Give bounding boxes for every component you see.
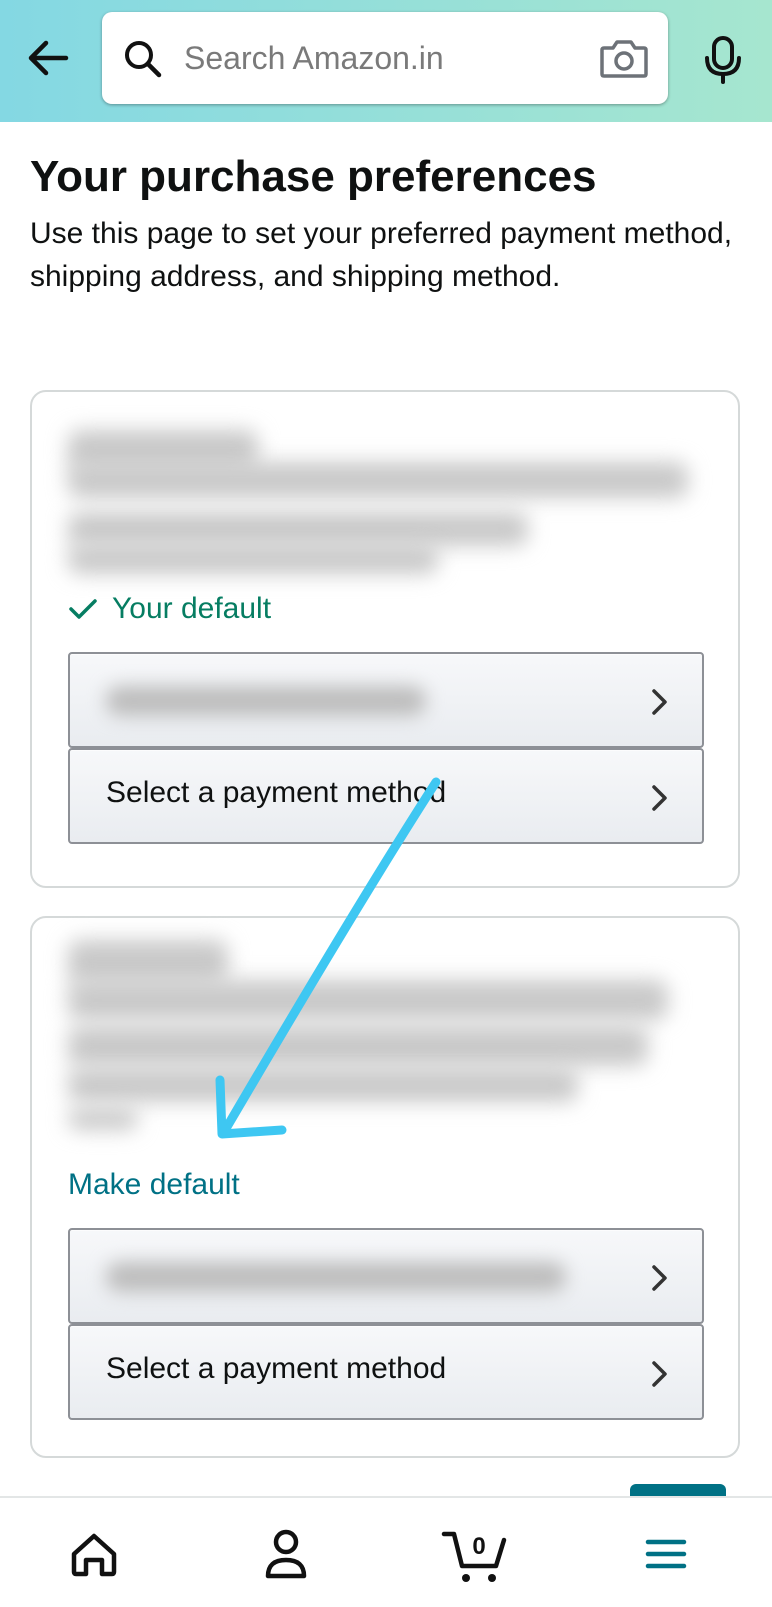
nav-cart[interactable]: 0 (422, 1498, 542, 1602)
cart-icon: 0 (441, 1531, 507, 1582)
redacted-address (68, 1026, 648, 1066)
payment-method-label: Select a payment method (106, 1352, 447, 1385)
page-description: Use this page to set your preferred paym… (30, 217, 733, 293)
redacted-address (68, 544, 438, 574)
cart-count: 0 (472, 1533, 485, 1560)
payment-method-label: Select a payment method (106, 776, 447, 809)
redacted-address (68, 512, 528, 546)
redacted-address (68, 940, 228, 984)
account-icon (265, 1529, 307, 1579)
camera-icon[interactable] (598, 34, 650, 82)
nav-menu[interactable] (618, 1498, 738, 1602)
redacted-shipping-method (106, 1262, 566, 1292)
active-tab-indicator (630, 1484, 726, 1496)
redacted-address (68, 1108, 138, 1130)
search-bar[interactable] (102, 12, 668, 104)
default-status-label: Your default (112, 592, 272, 625)
microphone-icon[interactable] (700, 34, 746, 86)
nav-home[interactable] (34, 1498, 154, 1602)
select-payment-method-button[interactable]: Select a payment method (68, 748, 704, 844)
address-card: Make default Select a payment method (30, 916, 740, 1458)
redacted-address (68, 1068, 578, 1102)
top-header (0, 0, 772, 122)
home-icon (71, 1533, 117, 1577)
shipping-method-row[interactable] (68, 1228, 704, 1324)
chevron-right-icon (652, 1265, 667, 1291)
menu-icon (645, 1539, 687, 1569)
nav-account[interactable] (226, 1498, 346, 1602)
redacted-shipping-method (106, 686, 426, 716)
checkmark-icon (69, 599, 97, 619)
search-icon[interactable] (122, 38, 164, 80)
chevron-right-icon (652, 1361, 667, 1387)
make-default-link[interactable]: Make default (68, 1168, 240, 1202)
chevron-right-icon (652, 785, 667, 811)
back-arrow-icon[interactable] (22, 32, 74, 84)
redacted-address (68, 462, 688, 498)
default-status: Your default (68, 592, 271, 626)
bottom-navigation: 0 (0, 1496, 772, 1602)
page-title: Your purchase preferences (30, 152, 597, 201)
chevron-right-icon (652, 689, 667, 715)
shipping-method-row[interactable] (68, 652, 704, 748)
search-input[interactable] (184, 34, 574, 82)
address-card-default: Your default Select a payment method (30, 390, 740, 888)
select-payment-method-button[interactable]: Select a payment method (68, 1324, 704, 1420)
redacted-address (68, 980, 668, 1020)
